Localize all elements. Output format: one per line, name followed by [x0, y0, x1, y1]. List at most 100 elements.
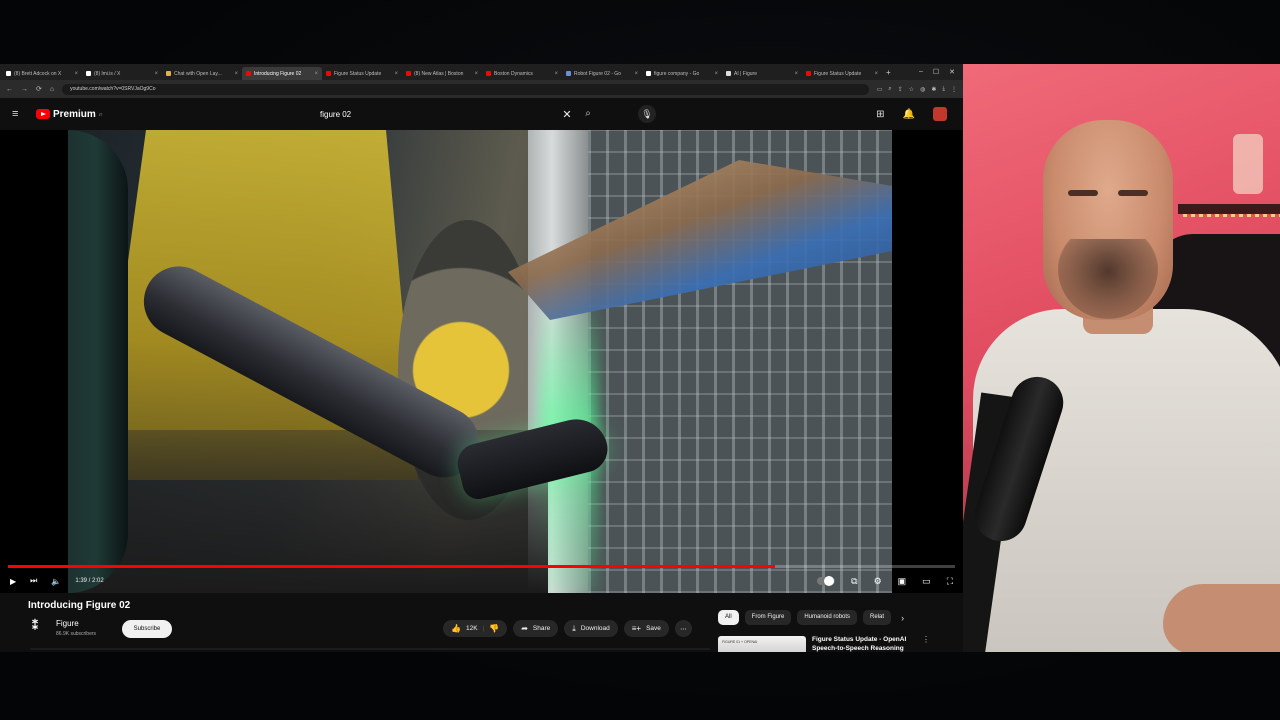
- chip-related[interactable]: Relat: [863, 610, 892, 625]
- download-tray-icon[interactable]: ⤓: [942, 86, 945, 93]
- chip-from-figure[interactable]: From Figure: [744, 610, 792, 625]
- play-icon[interactable]: ▶: [10, 577, 16, 586]
- chip-all[interactable]: All: [718, 610, 739, 625]
- tab-close-icon[interactable]: ×: [234, 71, 238, 77]
- notifications-icon[interactable]: 🔔: [903, 109, 915, 120]
- tab-title: AI | Figure: [734, 70, 757, 77]
- browser-menu-icon[interactable]: ⋮: [951, 86, 957, 93]
- video-player[interactable]: ▶ ⏭ 🔈 1:39 / 2:02 ⧉ ⚙ ▣ ▭ ⛶: [0, 130, 963, 593]
- download-icon: ⤓: [572, 623, 576, 633]
- browser-tab[interactable]: (8) Brett Adcock on X ×: [2, 67, 82, 80]
- voice-search-icon[interactable]: 🎙: [638, 105, 656, 123]
- browser-tab[interactable]: Robot Figure 02 - Go ×: [562, 67, 642, 80]
- like-button[interactable]: 👍 12K | 👎: [443, 620, 508, 637]
- save-button[interactable]: ≡+ Save: [623, 620, 669, 637]
- puzzle-icon[interactable]: ✱: [931, 86, 936, 93]
- browser-tab[interactable]: (8) lmi.is / X ×: [82, 67, 162, 80]
- autoplay-toggle[interactable]: [817, 576, 836, 586]
- tab-close-icon[interactable]: ×: [634, 71, 638, 77]
- chevron-right-icon[interactable]: ›: [901, 613, 904, 623]
- settings-gear-icon[interactable]: ⚙: [874, 576, 882, 587]
- captions-icon[interactable]: ⧉: [851, 576, 857, 587]
- theater-mode-icon[interactable]: ▭: [922, 576, 931, 587]
- channel-name[interactable]: Figure: [56, 619, 79, 628]
- tab-close-icon[interactable]: ×: [474, 71, 478, 77]
- search-icon[interactable]: ⌕: [576, 105, 600, 123]
- browser-tab[interactable]: (8) New Atlas | Boston ×: [402, 67, 482, 80]
- url-text: youtube.com/watch?v=0SRVJaOg9Co: [70, 86, 156, 92]
- bookmark-star-icon[interactable]: ☆: [909, 86, 914, 93]
- next-icon[interactable]: ⏭: [30, 576, 37, 586]
- recommended-title[interactable]: Figure Status Update - OpenAI Speech-to-…: [812, 635, 922, 652]
- new-tab-icon[interactable]: +: [886, 68, 891, 77]
- more-icon: ⋯: [680, 625, 687, 633]
- tab-close-icon[interactable]: ×: [554, 71, 558, 77]
- cast-icon[interactable]: ▭: [877, 86, 883, 93]
- tab-close-icon[interactable]: ×: [394, 71, 398, 77]
- fullscreen-icon[interactable]: ⛶: [947, 576, 953, 587]
- youtube-header: ≡ Premium IT ✕ ⌕ 🎙 ⊞ 🔔: [0, 98, 963, 130]
- figure-logo-icon[interactable]: ⁑: [32, 619, 46, 635]
- tab-favicon-icon: [166, 71, 171, 76]
- save-label: Save: [646, 625, 661, 632]
- share-button[interactable]: ➦ Share: [513, 620, 559, 637]
- download-button[interactable]: ⤓ Download: [564, 620, 618, 637]
- more-actions-button[interactable]: ⋯: [674, 620, 692, 637]
- browser-window: (8) Brett Adcock on X × (8) lmi.is / X × Cha…: [0, 64, 963, 652]
- tab-title: Boston Dynamics: [494, 70, 533, 77]
- progress-bar[interactable]: [8, 565, 955, 568]
- tab-favicon-icon: [726, 71, 731, 76]
- extension-icon[interactable]: ◍: [920, 86, 925, 93]
- back-icon[interactable]: ←: [6, 86, 13, 93]
- tab-favicon-icon: [486, 71, 491, 76]
- browser-tab[interactable]: Figure Status Update ×: [322, 67, 402, 80]
- avatar[interactable]: [933, 107, 947, 121]
- share-label: Share: [532, 625, 551, 632]
- browser-tab[interactable]: Boston Dynamics ×: [482, 67, 562, 80]
- volume-icon[interactable]: 🔈: [51, 577, 61, 586]
- recommended-video[interactable]: FIGURE 01 + OPENAI Figure Status Update …: [718, 634, 948, 652]
- logo-text: Premium: [53, 108, 96, 120]
- tab-title: Chat with Open Lay...: [174, 70, 222, 77]
- url-field[interactable]: youtube.com/watch?v=0SRVJaOg9Co: [62, 83, 869, 95]
- menu-icon[interactable]: ≡: [12, 108, 22, 120]
- video-frame[interactable]: [68, 130, 892, 593]
- clear-search-icon[interactable]: ✕: [558, 108, 576, 121]
- youtube-premium-logo[interactable]: Premium IT: [36, 109, 102, 120]
- forward-icon[interactable]: →: [21, 86, 28, 93]
- tab-close-icon[interactable]: ×: [314, 71, 318, 77]
- tab-close-icon[interactable]: ×: [794, 71, 798, 77]
- subscribe-button[interactable]: Subscribe: [122, 620, 172, 638]
- minimize-icon[interactable]: –: [919, 68, 923, 76]
- browser-tab[interactable]: Figure Status Update ×: [802, 67, 882, 80]
- save-playlist-icon: ≡+: [631, 624, 642, 633]
- download-label: Download: [580, 625, 610, 632]
- recommended-more-icon[interactable]: ⋮: [922, 635, 930, 644]
- screen-stage: (8) Brett Adcock on X × (8) lmi.is / X × Cha…: [0, 0, 1280, 720]
- maximize-icon[interactable]: ☐: [933, 68, 939, 76]
- chip-humanoid-robots[interactable]: Humanoid robots: [797, 610, 858, 625]
- browser-tab[interactable]: Chat with Open Lay... ×: [162, 67, 242, 80]
- wall-shelf: [1178, 204, 1280, 214]
- search-input[interactable]: [312, 105, 558, 123]
- tab-close-icon[interactable]: ×: [714, 71, 718, 77]
- home-icon[interactable]: ⌂: [50, 86, 54, 93]
- browser-tab[interactable]: figure company - Go ×: [642, 67, 722, 80]
- tab-close-icon[interactable]: ×: [874, 71, 878, 77]
- reload-icon[interactable]: ⟳: [36, 85, 42, 93]
- share-page-icon[interactable]: ⇪: [898, 86, 903, 93]
- close-window-icon[interactable]: ✕: [949, 68, 955, 76]
- tab-close-icon[interactable]: ×: [74, 71, 78, 77]
- robot-body-edge: [68, 130, 128, 593]
- browser-tab[interactable]: AI | Figure ×: [722, 67, 802, 80]
- shelf-decor: [1233, 134, 1263, 194]
- miniplayer-icon[interactable]: ▣: [898, 576, 907, 587]
- browser-tab[interactable]: Introducing Figure 02 ×: [242, 67, 322, 80]
- create-icon[interactable]: ⊞: [876, 109, 884, 120]
- tab-title: Figure Status Update: [334, 70, 382, 77]
- thumbs-down-icon[interactable]: 👎: [489, 624, 499, 633]
- tab-title: (8) Brett Adcock on X: [14, 70, 62, 77]
- zoom-icon[interactable]: ⌕: [888, 86, 891, 93]
- recommended-thumbnail[interactable]: FIGURE 01 + OPENAI: [718, 636, 806, 652]
- tab-close-icon[interactable]: ×: [154, 71, 158, 77]
